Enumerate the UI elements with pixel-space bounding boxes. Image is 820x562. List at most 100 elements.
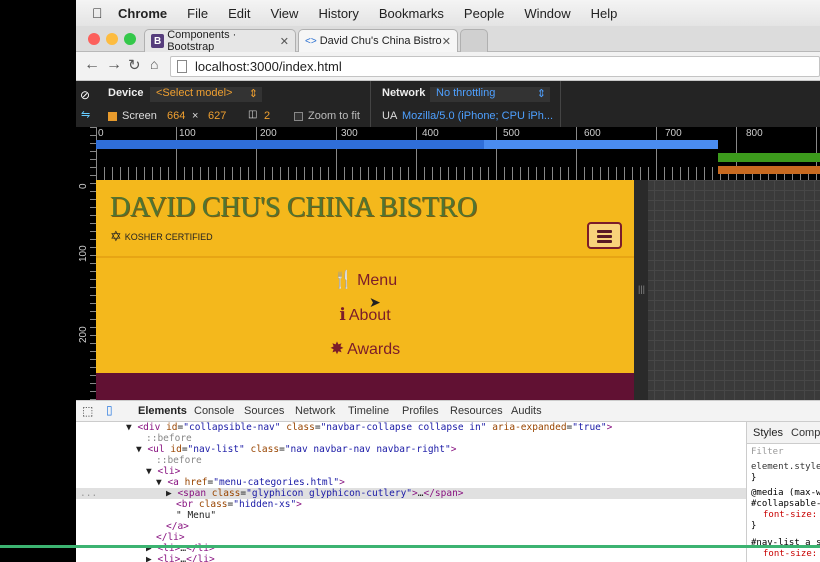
screen-width-input[interactable]: 664 [167, 110, 185, 122]
inspect-element-icon[interactable]: ⬚ [82, 404, 93, 418]
style-rule: } [751, 521, 757, 531]
tab-close-icon[interactable]: ✕ [280, 35, 289, 48]
menu-file[interactable]: File [187, 6, 208, 21]
dom-node-selected[interactable]: ... ▶ <span class="glyphicon glyphicon-cu… [76, 488, 746, 499]
mac-menubar:  Chrome File Edit View History Bookmark… [76, 0, 820, 26]
devtools-tab-console[interactable]: Console [194, 405, 234, 417]
ruler-label: 300 [341, 128, 358, 139]
computed-tab[interactable]: Compu [791, 427, 820, 439]
viewport-resize-handle[interactable]: ||| [634, 180, 648, 400]
tab-label: Components · Bootstrap [167, 29, 237, 53]
styles-tabbar: Styles Compu [747, 422, 820, 444]
ua-input[interactable]: Mozilla/5.0 (iPhone; CPU iPh... [402, 110, 553, 122]
horizontal-ruler: 0 100 200 300 400 500 600 700 800 [96, 127, 820, 180]
close-window-button[interactable] [88, 33, 100, 45]
divider [560, 81, 561, 127]
menu-people[interactable]: People [464, 6, 504, 21]
menu-window[interactable]: Window [524, 6, 570, 21]
ruler-label: 700 [665, 128, 682, 139]
site-brand-title[interactable]: DAVID CHU'S CHINA BISTRO [110, 192, 477, 224]
screen-height-input[interactable]: 627 [208, 110, 226, 122]
dpr-icon: ◫ [248, 109, 258, 120]
dom-node[interactable]: ::before [156, 455, 202, 466]
nav-item-about[interactable]: ℹ About [96, 305, 634, 325]
ruler-label: 200 [78, 326, 89, 343]
devtools-tab-network[interactable]: Network [295, 405, 335, 417]
style-rule: element.style [751, 462, 820, 472]
apple-icon[interactable]:  [92, 5, 108, 21]
devtools-tab-audits[interactable]: Audits [511, 405, 542, 417]
devtools-tab-resources[interactable]: Resources [450, 405, 503, 417]
viewport-outside-area [634, 180, 820, 400]
select-arrows-icon: ⇕ [536, 88, 546, 100]
new-tab-button[interactable] [460, 29, 488, 52]
dom-node[interactable]: <br class="hidden-xs"> [176, 499, 302, 510]
dom-node[interactable]: ▼ <div id="collapsible-nav" class="navba… [126, 422, 612, 433]
award-icon: ✸ [329, 339, 345, 358]
style-property[interactable]: font-size: [763, 549, 817, 559]
styles-tab[interactable]: Styles [753, 427, 783, 439]
swap-dimensions-icon[interactable]: ⇋ [81, 108, 90, 121]
menu-view[interactable]: View [270, 6, 298, 21]
tab-close-icon[interactable]: ✕ [442, 35, 451, 48]
model-select-value: <Select model> [156, 87, 233, 99]
ruler-label: 100 [179, 128, 196, 139]
ruler-label: 400 [422, 128, 439, 139]
no-entry-icon[interactable]: ⊘ [80, 88, 90, 102]
nav-label: Awards [347, 341, 401, 358]
dpr-input[interactable]: 2 [264, 110, 270, 122]
dom-node[interactable]: ▶ <li>…</li> [146, 554, 215, 562]
style-property[interactable]: font-size: [763, 510, 817, 520]
dom-node[interactable]: </a> [166, 521, 189, 532]
dom-node[interactable]: " Menu" [176, 510, 216, 521]
elements-panel[interactable]: ▼ <div id="collapsible-nav" class="navba… [76, 422, 746, 562]
page-icon [177, 60, 187, 73]
menu-history[interactable]: History [318, 6, 358, 21]
nav-item-menu[interactable]: 🍴 Menu [96, 270, 634, 290]
forward-arrow-icon[interactable]: → [106, 56, 122, 74]
tab-label: David Chu's China Bistro [319, 35, 442, 47]
screen-checkbox[interactable]: Screen [108, 110, 157, 122]
menu-edit[interactable]: Edit [228, 6, 250, 21]
device-mode-icon[interactable]: ▯ [106, 403, 113, 417]
navbar-toggle-button[interactable] [587, 222, 622, 249]
dom-node[interactable]: ::before [146, 433, 192, 444]
zoom-to-fit-checkbox[interactable]: Zoom to fit [294, 110, 360, 122]
star-icon: ✡ [110, 228, 122, 244]
dom-node[interactable]: ▼ <ul id="nav-list" class="nav navbar-na… [136, 444, 456, 455]
nav-item-awards[interactable]: ✸ Awards [96, 339, 634, 359]
zoom-window-button[interactable] [124, 33, 136, 45]
vertical-ruler: 0 100 200 [76, 127, 96, 400]
tab-china-bistro[interactable]: <> David Chu's China Bistro ✕ [298, 29, 458, 52]
menu-bookmarks[interactable]: Bookmarks [379, 6, 444, 21]
menu-help[interactable]: Help [591, 6, 618, 21]
nav-label: Menu [357, 272, 398, 289]
url-input[interactable]: localhost:3000/index.html [170, 56, 820, 77]
throttle-select[interactable]: No throttling ⇕ [430, 87, 550, 102]
emulated-viewport: DAVID CHU'S CHINA BISTRO ✡ KOSHER CERTIF… [96, 180, 634, 400]
minimize-window-button[interactable] [106, 33, 118, 45]
dom-node[interactable]: ▼ <li> [146, 466, 180, 477]
kosher-badge: ✡ KOSHER CERTIFIED [110, 228, 213, 245]
styles-filter-input[interactable]: Filter [751, 447, 784, 457]
home-icon[interactable]: ⌂ [150, 56, 158, 72]
ruler-label: 0 [78, 183, 89, 189]
back-arrow-icon[interactable]: ← [84, 56, 100, 74]
model-select[interactable]: <Select model> ⇕ [150, 87, 262, 102]
tab-strip: B Components · Bootstrap ✕ <> David Chu'… [76, 26, 820, 53]
styles-pane: Styles Compu Filter element.style } @med… [746, 422, 820, 562]
devtools-tab-timeline[interactable]: Timeline [348, 405, 389, 417]
ruler-label: 0 [98, 128, 104, 139]
dom-node[interactable]: ▼ <a href="menu-categories.html"> [156, 477, 345, 488]
tab-bootstrap[interactable]: B Components · Bootstrap ✕ [144, 29, 296, 53]
devtools-tab-profiles[interactable]: Profiles [402, 405, 439, 417]
reload-icon[interactable]: ↻ [128, 56, 141, 74]
navbar-divider [96, 256, 634, 258]
network-label: Network [382, 87, 426, 99]
devtools-tab-elements[interactable]: Elements [138, 405, 187, 417]
info-icon: ℹ [339, 305, 346, 324]
dom-node[interactable]: </li> [156, 532, 185, 543]
menu-chrome[interactable]: Chrome [118, 6, 167, 21]
devtools-tab-sources[interactable]: Sources [244, 405, 284, 417]
hamburger-bar [597, 235, 612, 238]
